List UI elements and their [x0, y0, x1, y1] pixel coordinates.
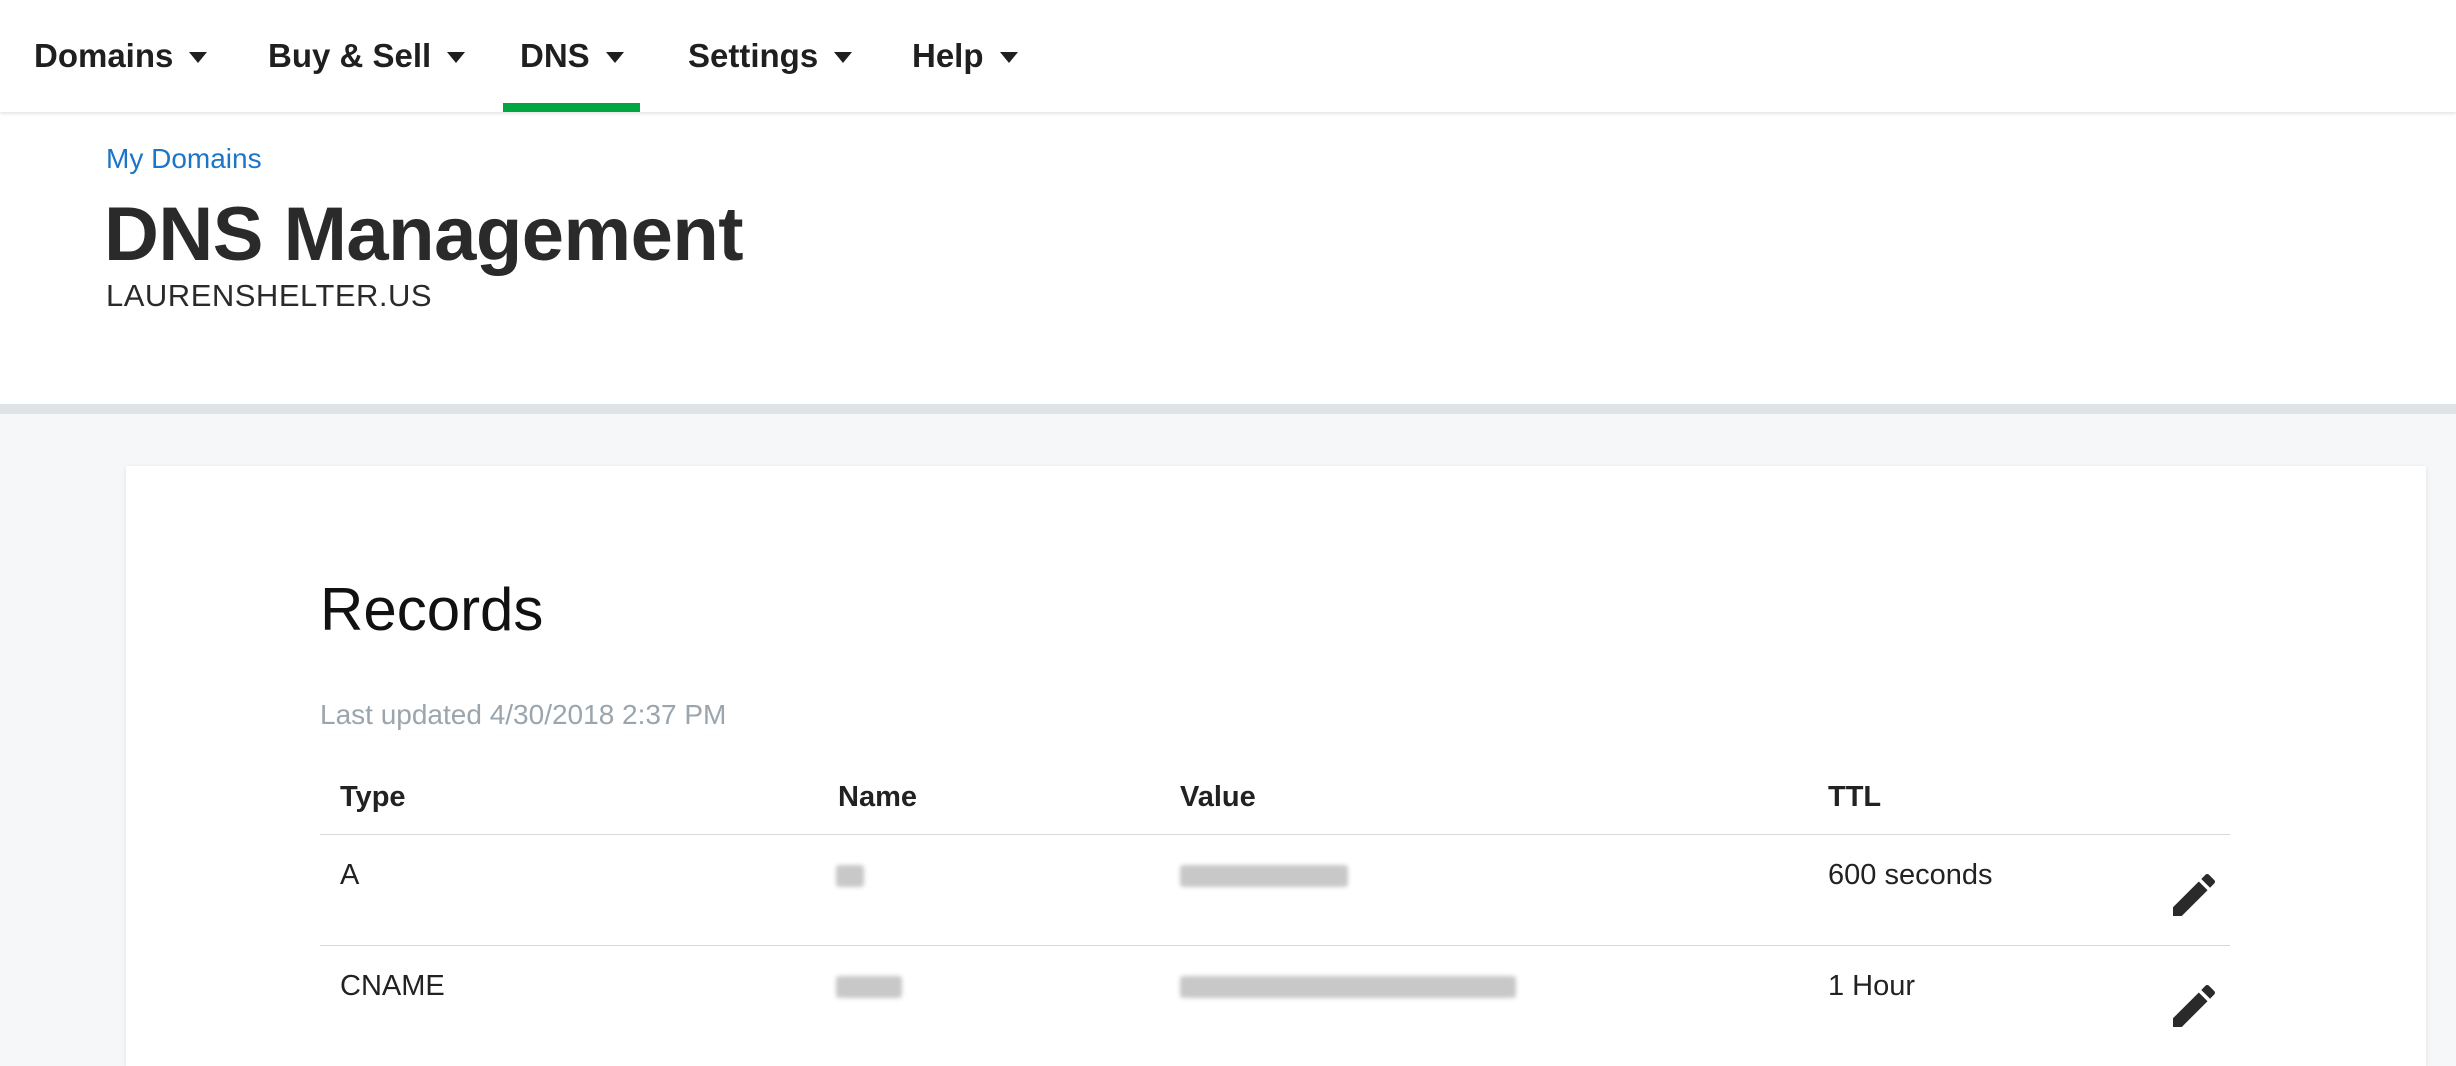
caret-down-icon — [605, 52, 624, 63]
pencil-icon[interactable] — [2166, 867, 2222, 923]
record-type: CNAME — [340, 970, 445, 1002]
record-type: A — [340, 859, 360, 891]
column-header-value: Value — [1180, 781, 1256, 813]
pencil-icon[interactable] — [2166, 978, 2222, 1034]
breadcrumb-my-domains[interactable]: My Domains — [106, 143, 262, 175]
caret-down-icon — [447, 52, 466, 63]
nav-item-help[interactable]: Help — [912, 0, 1018, 112]
caret-down-icon — [189, 52, 208, 63]
record-value-redacted — [1180, 865, 1348, 887]
record-value-redacted — [1180, 976, 1516, 998]
last-updated-text: Last updated 4/30/2018 2:37 PM — [320, 699, 727, 730]
table-row: A 600 seconds — [320, 835, 2230, 945]
record-ttl: 600 seconds — [1828, 859, 1993, 891]
nav-item-settings[interactable]: Settings — [688, 0, 853, 112]
column-header-name: Name — [838, 781, 917, 813]
nav-label: Settings — [688, 37, 819, 74]
active-tab-indicator — [503, 103, 640, 112]
nav-label: Domains — [34, 37, 174, 74]
record-name-redacted — [836, 865, 864, 887]
nav-item-dns[interactable]: DNS — [520, 0, 624, 112]
top-navigation: Domains Buy & Sell DNS Settings Help — [0, 0, 2456, 112]
records-title: Records — [320, 576, 544, 643]
nav-label: Buy & Sell — [268, 37, 432, 74]
page-title: DNS Management — [104, 192, 744, 277]
nav-item-buy-sell[interactable]: Buy & Sell — [268, 0, 466, 112]
table-row: CNAME 1 Hour — [320, 946, 2230, 1056]
nav-label: Help — [912, 37, 984, 74]
caret-down-icon — [834, 52, 853, 63]
record-ttl: 1 Hour — [1828, 970, 1916, 1002]
header-divider — [0, 404, 2456, 414]
column-header-ttl: TTL — [1828, 781, 1882, 813]
record-name-redacted — [836, 976, 902, 998]
caret-down-icon — [999, 52, 1018, 63]
domain-name: LAURENSHELTER.US — [106, 278, 433, 313]
nav-label: DNS — [520, 37, 590, 74]
nav-item-domains[interactable]: Domains — [34, 0, 208, 112]
column-header-type: Type — [340, 781, 406, 813]
